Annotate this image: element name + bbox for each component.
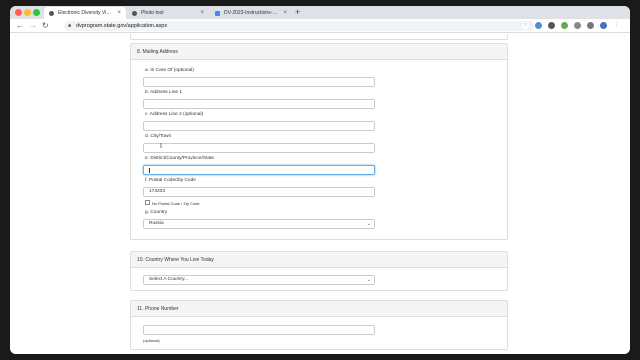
reload-icon[interactable]: ↻ [42,20,49,32]
extension-icon[interactable] [561,22,568,29]
avatar[interactable] [600,22,607,29]
tab-title: DV-2023-Instructions-English- [224,10,279,16]
phone-number-input[interactable] [143,325,375,335]
close-icon[interactable]: × [283,10,287,16]
forward-arrow-icon[interactable]: → [29,20,37,32]
country-label: g. Country [145,210,168,215]
phone-number-title: 11. Phone Number [131,301,507,317]
document-icon [215,10,220,16]
url-text: dvprogram.state.gov/application.aspx [76,23,168,29]
address-line-1-label: b. Address Line 1 [145,90,183,95]
new-tab-button[interactable]: + [295,7,300,17]
postal-code-input[interactable]: 173203 [143,187,375,197]
tab-photo-tool[interactable]: Photo tool × [127,7,209,19]
no-postal-code-label: No Postal Code / Zip Code [152,201,200,206]
country-live-today-select[interactable]: Select A Country... ⌄ [143,275,375,285]
text-caret [149,168,150,173]
maximize-window-button[interactable] [33,9,40,16]
globe-icon [49,10,54,16]
extension-icon[interactable] [587,22,594,29]
country-live-today-title: 10. Country Where You Live Today [131,252,507,268]
city-label: d. City/Town [145,134,172,139]
close-icon[interactable]: × [200,10,204,16]
globe-icon [132,10,137,16]
tab-title: Photo tool [141,10,164,16]
phone-number-panel: 11. Phone Number (optional) [130,300,508,350]
address-line-2-input[interactable] [143,121,375,131]
text-cursor-icon: I [160,143,162,150]
close-window-button[interactable] [15,9,22,16]
tab-strip: Electronic Diversity Visa Progr × Photo … [10,6,630,19]
tab-instructions[interactable]: DV-2023-Instructions-English- × [210,7,292,19]
page-content: 8. Mailing Address a. In Care Of (option… [10,34,630,354]
address-line-2-label: c. Address Line 2 (optional) [145,112,204,117]
city-input[interactable] [143,143,375,153]
phone-optional-note: (optional) [143,338,160,343]
district-input[interactable] [143,165,375,175]
no-postal-code-checkbox[interactable] [145,200,150,205]
menu-icon[interactable]: ⋮ [613,22,620,29]
address-bar[interactable]: ■ dvprogram.state.gov/application.aspx [64,21,534,31]
browser-window: Electronic Diversity Visa Progr × Photo … [10,6,630,354]
address-line-1-input[interactable] [143,99,375,109]
extensions-bar: ☆ ⋮ [522,22,620,29]
chevron-down-icon: ⌄ [366,277,371,283]
country-live-selected-value: Select A Country... [149,277,189,282]
browser-toolbar: ← → ↻ ■ dvprogram.state.gov/application.… [10,19,630,33]
extension-icon[interactable] [574,22,581,29]
tab-diversity-visa[interactable]: Electronic Diversity Visa Progr × [44,7,126,19]
country-select[interactable]: Russia ⌄ [143,219,375,229]
lock-icon: ■ [68,23,72,29]
in-care-of-input[interactable] [143,77,375,87]
in-care-of-label: a. In Care Of (optional) [145,68,194,73]
mailing-address-title: 8. Mailing Address [131,44,507,60]
close-icon[interactable]: × [117,10,121,16]
mailing-address-panel: 8. Mailing Address a. In Care Of (option… [130,43,508,240]
extension-icon[interactable] [535,22,542,29]
tab-title: Electronic Diversity Visa Progr [58,10,112,16]
previous-section-panel [130,34,508,40]
back-arrow-icon[interactable]: ← [16,20,24,32]
district-label: e. District/County/Province/State [145,156,215,161]
country-selected-value: Russia [149,221,164,226]
minimize-window-button[interactable] [24,9,31,16]
extension-icon[interactable] [548,22,555,29]
chevron-down-icon: ⌄ [366,221,371,227]
country-live-today-panel: 10. Country Where You Live Today Select … [130,251,508,291]
star-icon[interactable]: ☆ [522,22,529,29]
postal-code-label: f. Postal Code/Zip Code [145,178,196,183]
